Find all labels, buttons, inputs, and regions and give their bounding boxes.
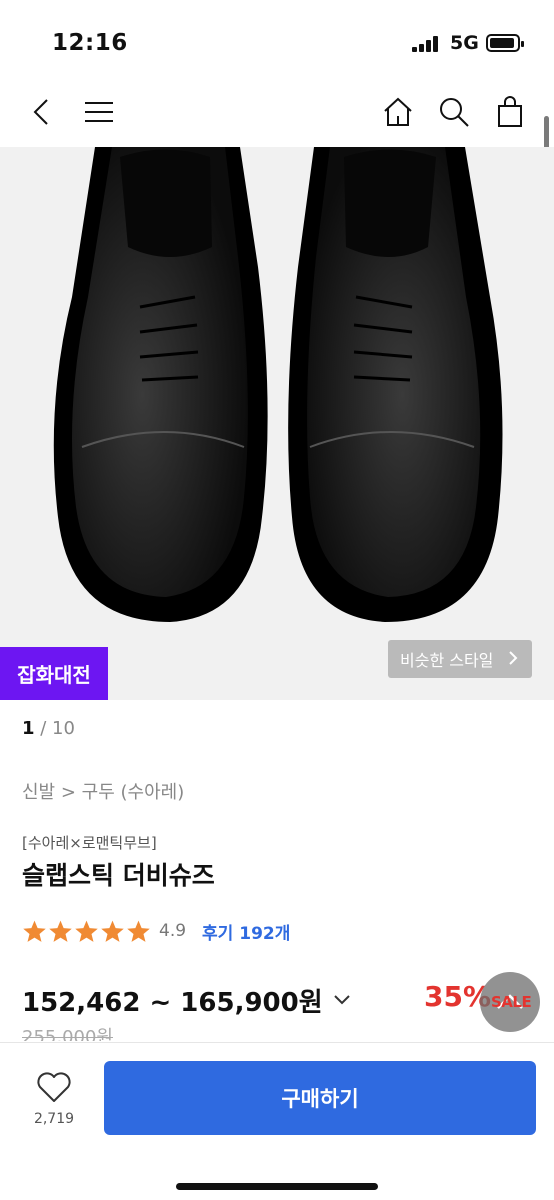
price-row[interactable]: 152,462 ~ 165,900원 [22,980,351,1020]
sale-tag: SALE [491,993,532,1011]
top-nav [0,80,554,146]
heart-icon [37,1072,71,1102]
price-range: 152,462 ~ 165,900원 [22,987,323,1018]
star-icon [127,920,150,942]
pager-current: 1 [22,718,35,739]
original-price: 255,000원 [22,1027,113,1041]
similar-style-button[interactable]: 비슷한 스타일 [388,640,532,678]
rating-stars [22,919,151,944]
shopping-bag-icon[interactable] [490,92,530,132]
event-badge[interactable]: 잡화대전 [0,647,108,700]
bottom-action-bar: 2,719 구매하기 [0,1042,554,1200]
status-time: 12:16 [52,30,128,56]
image-pager: 1 / 10 [22,718,75,739]
star-icon [101,920,124,942]
menu-icon[interactable] [78,92,118,132]
star-icon [23,920,46,942]
back-icon[interactable] [22,92,62,132]
review-link[interactable]: 후기 192개 [202,919,290,944]
shoes-illustration [53,147,503,622]
battery-icon [486,34,524,52]
product-title: 슬랩스틱 더비슈즈 [22,861,215,890]
search-icon[interactable] [434,92,474,132]
star-icon [49,920,72,942]
like-button[interactable]: 2,719 [24,1071,84,1135]
signal-icon [412,36,442,52]
like-count: 2,719 [33,1111,75,1127]
pager-total: / 10 [40,718,75,739]
rating-value: 4.9 [159,921,187,941]
chevron-down-icon[interactable] [333,994,351,1006]
network-type: 5G [450,32,479,54]
brand-line: [수아레×로맨틱무브] [22,834,157,852]
status-bar: 12:16 5G [0,0,554,80]
rating-row: 4.9 후기 192개 [22,916,290,946]
home-indicator[interactable] [176,1183,378,1190]
buy-button[interactable]: 구매하기 [104,1061,536,1135]
star-icon [75,920,98,942]
similar-style-label: 비슷한 스타일 [400,651,494,670]
chevron-right-icon [509,651,518,665]
home-icon[interactable] [378,92,418,132]
breadcrumb[interactable]: 신발 > 구두 (수아레) [22,778,184,804]
product-image[interactable] [0,147,554,700]
